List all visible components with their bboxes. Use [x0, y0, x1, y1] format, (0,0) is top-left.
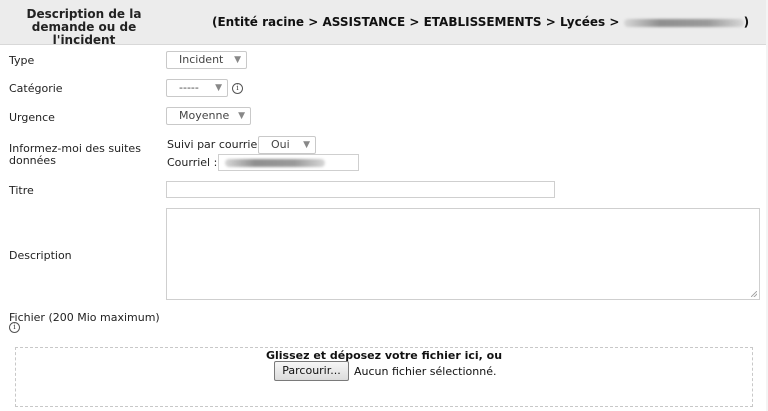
- browse-button[interactable]: Parcourir...: [274, 361, 349, 381]
- email-label: Courriel :: [167, 156, 218, 169]
- form-header: Description de la demande ou de l'incide…: [0, 0, 768, 47]
- titre-label: Titre: [9, 184, 34, 197]
- urgence-label: Urgence: [9, 111, 55, 124]
- redacted-entity: [623, 18, 744, 27]
- chevron-down-icon: ▼: [238, 111, 245, 121]
- chevron-down-icon: ▼: [215, 83, 222, 93]
- categorie-select-value: -----: [179, 81, 199, 94]
- redacted-email: [225, 159, 325, 167]
- urgence-select[interactable]: Moyenne ▼: [166, 107, 251, 125]
- info-icon[interactable]: i: [9, 322, 20, 333]
- info-icon[interactable]: i: [232, 83, 243, 94]
- suivi-label: Informez-moi des suites données: [9, 142, 141, 167]
- description-textarea[interactable]: [166, 208, 760, 300]
- categorie-label: Catégorie: [9, 82, 63, 95]
- type-label: Type: [9, 54, 35, 67]
- type-select[interactable]: Incident ▼: [166, 51, 247, 69]
- titre-input[interactable]: [166, 181, 555, 198]
- breadcrumb: (Entité racine > ASSISTANCE > ETABLISSEM…: [212, 15, 749, 29]
- fichier-label: Fichier (200 Mio maximum): [9, 311, 160, 324]
- suivi-courriel-value: Oui: [271, 138, 290, 151]
- section-title: Description de la demande ou de l'incide…: [26, 7, 142, 47]
- type-select-value: Incident: [179, 53, 224, 66]
- chevron-down-icon: ▼: [234, 55, 241, 65]
- urgence-select-value: Moyenne: [179, 109, 230, 122]
- no-file-text: Aucun fichier sélectionné.: [354, 365, 497, 378]
- suivi-courriel-label: Suivi par courriel: [167, 138, 261, 151]
- dropzone-text: Glissez et déposez votre fichier ici, ou: [265, 349, 503, 362]
- chevron-down-icon: ▼: [303, 140, 310, 150]
- file-dropzone[interactable]: Glissez et déposez votre fichier ici, ou…: [15, 347, 753, 407]
- suivi-courriel-select[interactable]: Oui ▼: [258, 136, 316, 154]
- breadcrumb-close: ): [743, 15, 750, 29]
- description-label: Description: [9, 249, 72, 262]
- email-input[interactable]: [218, 154, 359, 171]
- categorie-select[interactable]: ----- ▼: [166, 79, 228, 97]
- resize-handle[interactable]: [751, 291, 757, 297]
- breadcrumb-path: (Entité racine > ASSISTANCE > ETABLISSEM…: [212, 15, 620, 29]
